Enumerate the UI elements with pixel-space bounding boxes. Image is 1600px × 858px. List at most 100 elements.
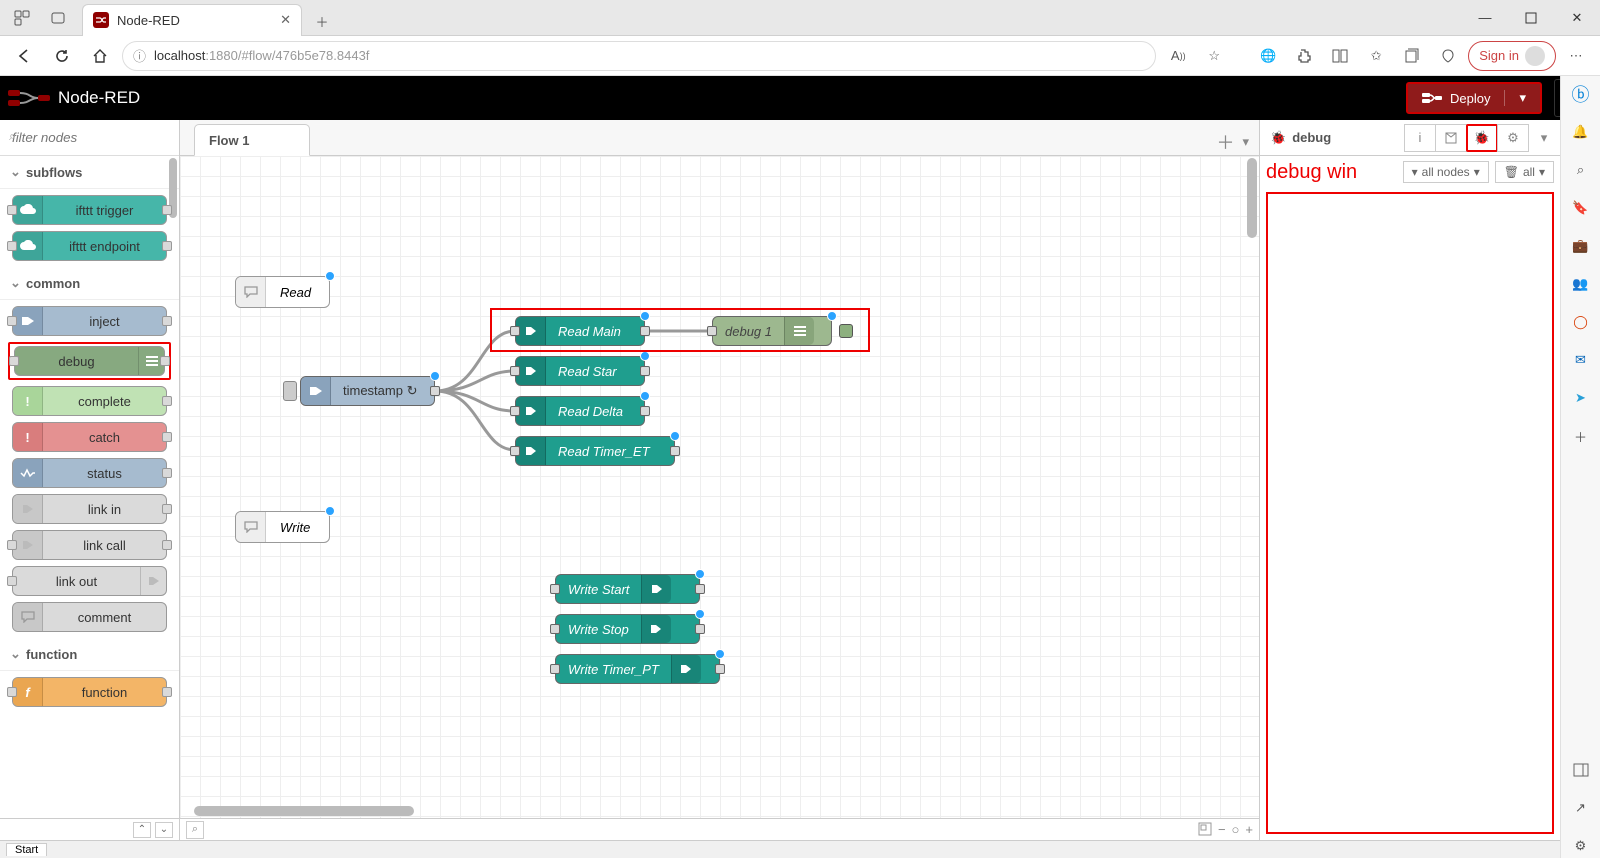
read-aloud-icon[interactable]: A)) [1162,40,1194,72]
node-write-timer-pt[interactable]: Write Timer_PT [555,654,720,684]
palette-node-complete[interactable]: !complete [12,386,167,416]
palette-node-link-out[interactable]: link out [12,566,167,596]
outlook-icon[interactable]: ✉ [1569,348,1593,372]
node-write-stop[interactable]: Write Stop [555,614,700,644]
bell-icon[interactable]: 🔔 [1569,120,1593,144]
node-comment-write[interactable]: Write [235,511,330,543]
debug-filter-button[interactable]: ▾all nodes▾ [1403,161,1489,183]
tools-icon[interactable]: 💼 [1569,234,1593,258]
sidebar-tab-info[interactable]: i [1404,124,1436,152]
gear-icon[interactable]: ⚙ [1569,834,1593,858]
palette-node-status[interactable]: status [12,458,167,488]
canvas-search-button[interactable]: ⌕ [186,821,204,839]
people-icon[interactable]: 👥 [1569,272,1593,296]
category-function[interactable]: ⌄function [0,638,179,671]
url-input[interactable]: ⓘ localhost:1880/#flow/476b5e78.8443f [122,41,1156,71]
minimize-icon[interactable]: ― [1462,0,1508,36]
sidebar-tab-debug[interactable]: 🐞 [1466,124,1498,152]
deploy-dropdown[interactable]: ▾ [1504,90,1526,106]
palette-node-link-in[interactable]: link in [12,494,167,524]
external-icon[interactable]: ↗ [1569,796,1593,820]
send-icon[interactable]: ➤ [1569,386,1593,410]
node-write-start[interactable]: Write Start [555,574,700,604]
panel-icon[interactable] [1569,758,1593,782]
navigator-icon[interactable] [1198,822,1212,837]
sidebar-tab-help[interactable] [1435,124,1467,152]
new-tab-button[interactable]: ＋ [308,8,336,36]
flow-canvas[interactable]: Read timestamp ↻ Read Main Read Star Rea… [180,156,1259,818]
shopping-icon[interactable]: 🔖 [1569,196,1593,220]
arrow-right-icon [641,575,671,603]
add-icon[interactable]: ＋ [1569,424,1593,448]
arrow-right-icon [516,357,546,385]
workspaces-icon[interactable] [8,4,36,32]
url-path: :1880/#flow/476b5e78.8443f [205,48,369,63]
close-icon[interactable]: ✕ [280,12,291,28]
exclaim-icon: ! [13,423,43,451]
canvas-vscrollbar[interactable] [1247,158,1257,238]
more-icon[interactable]: ⋯ [1560,40,1592,72]
palette-node-link-call[interactable]: link call [12,530,167,560]
maximize-icon[interactable] [1508,0,1554,36]
inject-icon [13,307,43,335]
zoom-in-button[interactable]: + [1245,822,1253,837]
office-icon[interactable]: ◯ [1569,310,1593,334]
inject-trigger-button[interactable] [283,381,297,401]
zoom-out-button[interactable]: − [1218,822,1226,837]
category-subflows[interactable]: ⌄subflows [0,156,179,189]
site-info-icon[interactable]: ⓘ [133,46,146,65]
palette-node-debug[interactable]: debug [14,346,165,376]
extensions-icon[interactable] [1288,40,1320,72]
palette-node-function[interactable]: ffunction [12,677,167,707]
tab-actions-icon[interactable] [44,4,72,32]
palette-filter-input[interactable] [6,126,173,149]
link-out-icon [140,567,166,595]
browser-tab[interactable]: Node-RED ✕ [82,4,302,36]
favorite-icon[interactable]: ☆ [1198,40,1230,72]
signin-button[interactable]: Sign in [1468,41,1556,71]
split-screen-icon[interactable] [1324,40,1356,72]
flow-tab[interactable]: Flow 1 [194,124,310,156]
window-close-icon[interactable]: ✕ [1554,0,1600,36]
canvas-hscrollbar[interactable] [194,806,414,816]
search-icon: ⌕ [9,128,16,144]
category-common[interactable]: ⌄common [0,267,179,300]
inject-icon [301,377,331,405]
palette-expand-button[interactable]: ⌄ [155,822,173,838]
deploy-button[interactable]: Deploy ▾ [1408,84,1540,112]
globe-icon[interactable]: 🌐 [1252,40,1284,72]
node-read-timer-et[interactable]: Read Timer_ET [515,436,675,466]
add-flow-button[interactable]: ＋ [1216,129,1234,155]
flow-menu-button[interactable]: ▾ [1242,134,1249,150]
collections-icon[interactable] [1396,40,1428,72]
palette-node-ifttt-endpoint[interactable]: ifttt endpoint [12,231,167,261]
palette-collapse-button[interactable]: ⌃ [133,822,151,838]
palette-node-ifttt-trigger[interactable]: ifttt trigger [12,195,167,225]
bing-chat-icon[interactable]: ⓑ [1569,82,1593,106]
node-read-delta[interactable]: Read Delta [515,396,645,426]
browser-essentials-icon[interactable] [1432,40,1464,72]
comment-icon [13,603,43,631]
palette-node-inject[interactable]: inject [12,306,167,336]
back-button[interactable] [8,40,40,72]
node-comment-read[interactable]: Read [235,276,330,308]
node-inject-timestamp[interactable]: timestamp ↻ [300,376,435,406]
browser-tab-title: Node-RED [117,13,272,28]
favorites-bar-icon[interactable]: ✩ [1360,40,1392,72]
app-header: Node-RED Deploy ▾ [0,76,1600,120]
arrow-right-icon [516,437,546,465]
arrow-right-icon [641,615,671,643]
palette-node-catch[interactable]: !catch [12,422,167,452]
sidebar-tab-more[interactable]: ▾ [1528,124,1560,152]
node-read-star[interactable]: Read Star [515,356,645,386]
arrow-right-icon [671,655,701,683]
home-button[interactable] [84,40,116,72]
zoom-reset-button[interactable]: ○ [1232,822,1240,837]
search-icon[interactable]: ⌕ [1569,158,1593,182]
sidebar-tab-config[interactable]: ⚙ [1497,124,1529,152]
refresh-button[interactable] [46,40,78,72]
debug-clear-button[interactable]: 🗑all▾ [1495,161,1554,183]
debug-output-panel[interactable] [1266,192,1554,834]
palette-node-comment[interactable]: comment [12,602,167,632]
status-start[interactable]: Start [6,843,47,856]
